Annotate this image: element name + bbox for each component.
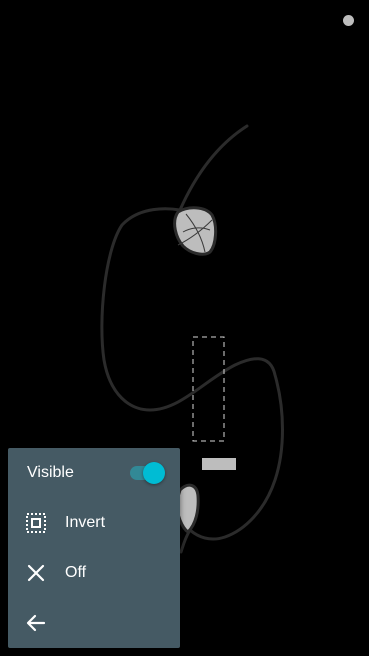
- visible-toggle-switch[interactable]: [130, 461, 166, 485]
- visible-label: Visible: [27, 464, 74, 481]
- arrow-back-icon: [24, 611, 48, 635]
- select-invert-icon: [24, 511, 48, 535]
- close-icon: [24, 561, 48, 585]
- off-menu-item[interactable]: Off: [8, 548, 180, 598]
- visible-toggle-row[interactable]: Visible: [8, 448, 180, 498]
- gray-blob-shape: [173, 206, 218, 256]
- gray-rectangle: [202, 458, 236, 470]
- layer-options-menu: Visible Invert Off: [8, 448, 180, 648]
- off-label: Off: [65, 564, 87, 581]
- back-button[interactable]: [8, 598, 180, 648]
- invert-menu-item[interactable]: Invert: [8, 498, 180, 548]
- drawing-canvas[interactable]: Visible Invert Off: [0, 0, 369, 656]
- invert-label: Invert: [65, 514, 106, 531]
- toggle-thumb: [143, 462, 165, 484]
- lower-stroke-end: [179, 528, 192, 554]
